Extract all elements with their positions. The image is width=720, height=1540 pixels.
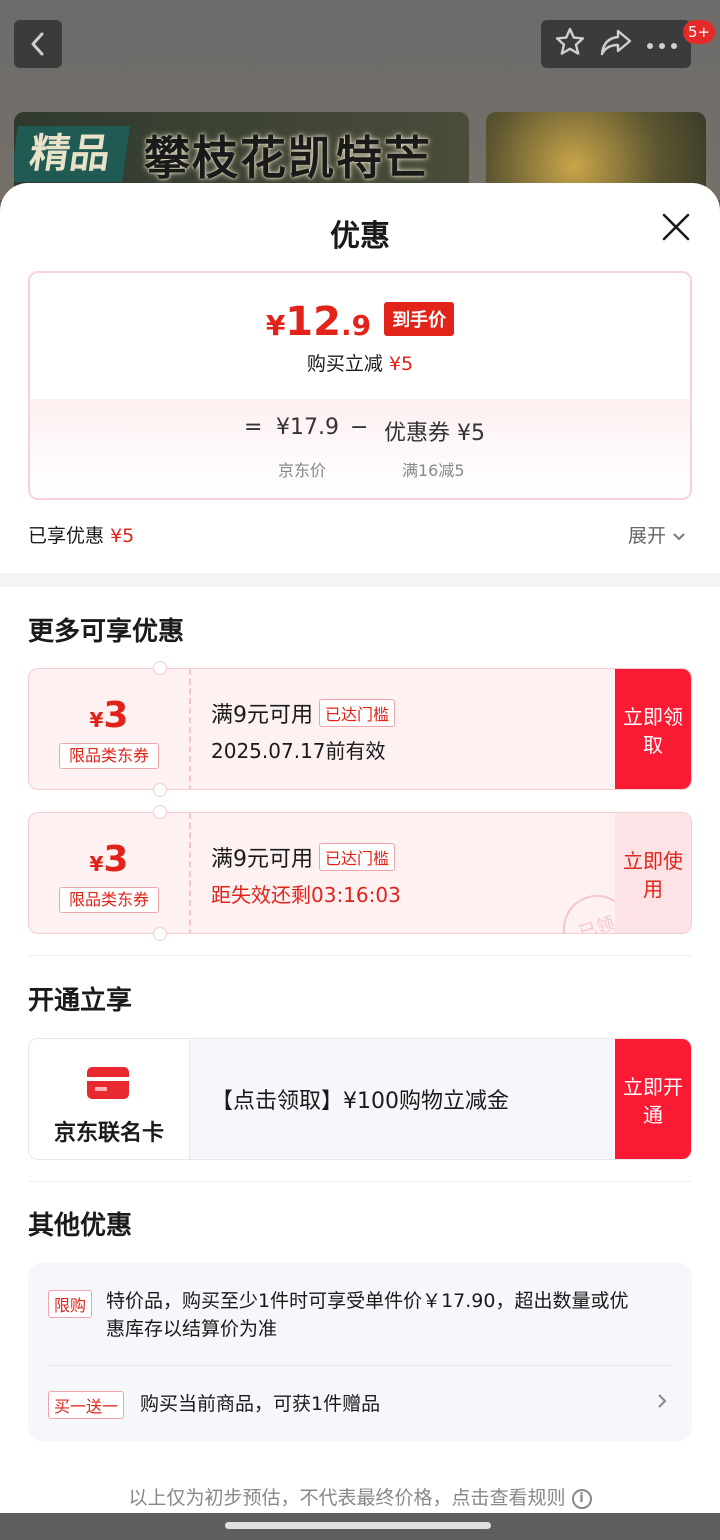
coupon-currency: ¥: [89, 708, 104, 732]
promo-tag: 买一送一: [48, 1391, 125, 1419]
close-button[interactable]: [660, 211, 692, 243]
coupon-validity: 2025.07.17前有效: [211, 739, 386, 763]
enjoyed-value: ¥5: [110, 525, 135, 547]
share-button[interactable]: [599, 27, 633, 61]
other-discounts-title: 其他优惠: [28, 1211, 133, 1241]
chevron-right-icon: [658, 1394, 667, 1408]
coupon-countdown: 距失效还剩03:16:03: [211, 883, 401, 907]
coupon-card: ¥3 限品类东券 满9元可用 已达门槛 距失效还剩03:16:03 已领 立即使用: [28, 812, 692, 934]
coupon-notch: [153, 927, 167, 941]
price-rules-note[interactable]: 以上仅为初步预估，不代表最终价格，点击查看规则 i: [0, 1483, 720, 1510]
more-dots-icon: [647, 42, 678, 49]
discount-sheet: 优惠 ¥12.9 到手价 购买立减 ¥5 = ¥17.9 − 优惠券 ¥5 京东…: [0, 183, 720, 1513]
credit-card-icon: [87, 1067, 129, 1099]
expand-toggle[interactable]: 展开: [628, 521, 686, 548]
sheet-title: 优惠: [330, 219, 390, 254]
final-price: ¥12.9: [266, 299, 371, 345]
direct-cut-label: 购买立减: [306, 353, 383, 375]
open-card-button[interactable]: 立即开通: [615, 1039, 691, 1159]
direct-cut-value: ¥5: [388, 353, 414, 375]
system-nav-bar: [0, 1513, 720, 1540]
card-brand-area: 京东联名卡: [29, 1039, 189, 1159]
home-indicator[interactable]: [225, 1522, 491, 1529]
coupon-value-area: ¥3 限品类东券: [29, 669, 189, 789]
more-button[interactable]: [646, 35, 678, 54]
coupon-divider: [189, 813, 191, 933]
coupon-value: 3: [103, 695, 129, 736]
jd-price-label: 京东价: [278, 461, 327, 480]
enjoyed-discount: 已享优惠 ¥5: [28, 521, 134, 548]
coupon-notch: [153, 661, 167, 675]
currency-symbol: ¥: [265, 309, 286, 342]
banner-text: 攀枝花凯特芒: [144, 131, 432, 185]
message-count-badge: 5+: [683, 20, 716, 44]
threshold-reached-tag: 已达门槛: [319, 699, 396, 727]
equals-sign: =: [244, 415, 263, 440]
back-button[interactable]: [14, 20, 62, 68]
coupon-notch: [153, 783, 167, 797]
minus-sign: −: [350, 415, 369, 440]
card-offer-desc: 【点击领取】¥100购物立减金: [211, 1089, 509, 1114]
coupon-value: 3: [103, 839, 129, 880]
coupon-amount: ¥3: [29, 695, 189, 736]
promo-text: 特价品，购买至少1件时可享受单件价￥17.90，超出数量或优惠库存以结算价为准: [106, 1290, 629, 1340]
promo-tag: 限购: [48, 1290, 93, 1318]
promo-text: 购买当前商品，可获1件赠品: [140, 1393, 381, 1415]
coupon-amount: 优惠券 ¥5: [384, 421, 485, 446]
close-icon: [662, 213, 690, 241]
more-discounts-title: 更多可享优惠: [28, 617, 185, 647]
coupon-amount: ¥3: [29, 839, 189, 880]
card-name: 京东联名卡: [53, 1121, 164, 1146]
price-formula: = ¥17.9 − 优惠券 ¥5 京东价 满16减5: [30, 399, 690, 498]
banner-tag: 精品: [14, 126, 130, 182]
expand-label: 展开: [628, 525, 667, 547]
gift-promo[interactable]: 买一送一 购买当前商品，可获1件赠品: [48, 1389, 672, 1419]
other-discounts-box: 限购 特价品，购买至少1件时可享受单件价￥17.90，超出数量或优惠库存以结算价…: [28, 1263, 692, 1441]
chevron-down-icon: [673, 533, 685, 541]
divider: [48, 1365, 672, 1366]
claim-coupon-button[interactable]: 立即领取: [615, 669, 691, 789]
info-icon: i: [571, 1488, 592, 1509]
coupon-currency: ¥: [89, 852, 104, 876]
jd-price: ¥17.9: [276, 415, 339, 440]
coupon-info: 满9元可用 已达门槛 2025.07.17前有效: [211, 697, 396, 764]
coupon-divider: [189, 669, 191, 789]
coupon-card: ¥3 限品类东券 满9元可用 已达门槛 2025.07.17前有效 立即领取: [28, 668, 692, 790]
favorite-button[interactable]: [554, 26, 586, 62]
enjoyed-label: 已享优惠: [28, 525, 105, 547]
use-coupon-button[interactable]: 立即使用: [615, 813, 691, 933]
chevron-left-icon: [31, 32, 44, 56]
coupon-notch: [153, 805, 167, 819]
price-integer: 12: [285, 299, 341, 345]
section-divider: [0, 573, 720, 587]
price-summary: ¥12.9 到手价 购买立减 ¥5: [30, 273, 690, 399]
divider: [28, 1181, 692, 1182]
share-icon: [600, 29, 632, 56]
card-divider: [189, 1039, 190, 1159]
divider: [28, 955, 692, 956]
coupon-value-area: ¥3 限品类东券: [29, 813, 189, 933]
coupon-condition: 满9元可用: [211, 703, 313, 728]
coupon-condition: 满9元可用: [211, 847, 313, 872]
coupon-info: 满9元可用 已达门槛 距失效还剩03:16:03: [211, 841, 401, 908]
open-benefits-title: 开通立享: [28, 986, 133, 1016]
threshold-reached-tag: 已达门槛: [319, 843, 396, 871]
final-price-tag: 到手价: [384, 302, 455, 336]
co-brand-card-offer: 京东联名卡 【点击领取】¥100购物立减金 立即开通: [28, 1038, 692, 1160]
star-icon: [555, 27, 584, 55]
price-breakdown-card: ¥12.9 到手价 购买立减 ¥5 = ¥17.9 − 优惠券 ¥5 京东价 满…: [28, 271, 692, 500]
top-action-bar: [541, 20, 691, 68]
coupon-category: 限品类东券: [59, 887, 159, 913]
direct-cut-line: 购买立减 ¥5: [30, 349, 690, 376]
price-decimal: .9: [340, 309, 372, 342]
footer-note-text: 以上仅为初步预估，不代表最终价格，点击查看规则: [128, 1487, 566, 1509]
coupon-category: 限品类东券: [59, 743, 159, 769]
coupon-condition: 满16减5: [402, 461, 465, 480]
